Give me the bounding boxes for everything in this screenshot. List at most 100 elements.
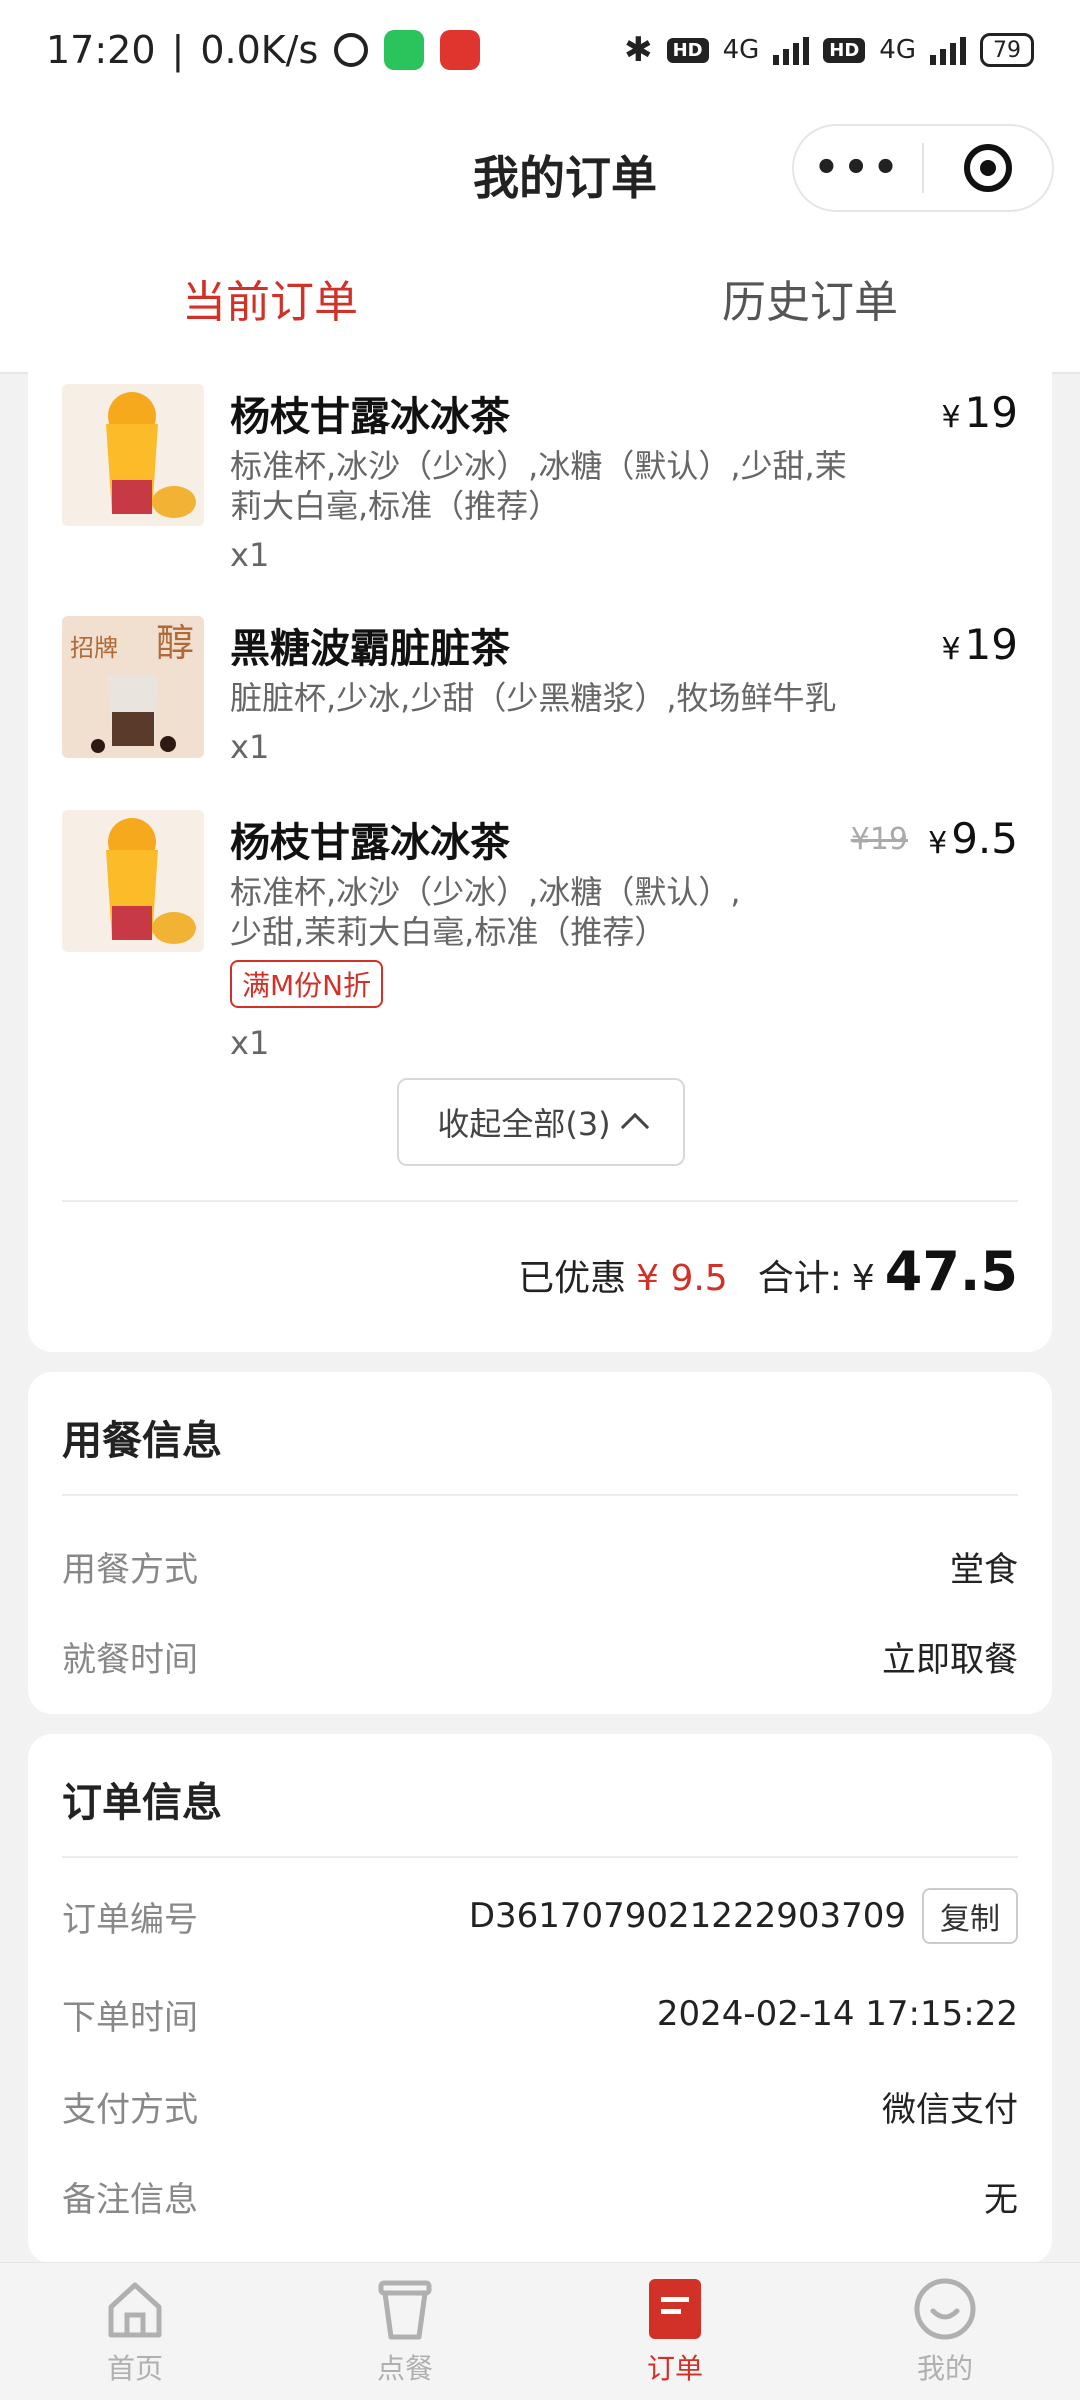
signal-icon-2 xyxy=(930,35,966,65)
tabbar-label: 点餐 xyxy=(376,2351,433,2385)
divider xyxy=(62,1856,1018,1858)
list-item[interactable]: 招牌 醇 黑糖波霸脏脏茶 ¥19 脏脏杯,少冰,少甜（少黑糖浆）,牧场鲜牛乳 x1 xyxy=(62,616,1018,766)
item-name: 黑糖波霸脏脏茶 xyxy=(230,626,510,672)
thumb-label-2: 醇 xyxy=(156,621,194,665)
miniprogram-capsule: ••• xyxy=(792,124,1054,212)
order-number-row: 订单编号 D3617079021222903709 复制 xyxy=(62,1886,1018,1946)
status-bar: 17:20 | 0.0K/s ✱ HD 4G HD 4G 79 xyxy=(0,0,1080,100)
row-value: 微信支付 xyxy=(882,2089,1018,2130)
currency-symbol: ¥ xyxy=(928,826,948,861)
item-name: 杨枝甘露冰冰茶 xyxy=(230,820,510,866)
bluetooth-icon: ✱ xyxy=(624,30,653,70)
network-type-2: 4G xyxy=(879,35,916,65)
tabbar-label: 我的 xyxy=(916,2351,973,2385)
tabbar-orders[interactable]: 订单 xyxy=(540,2263,810,2400)
item-qty: x1 xyxy=(230,728,270,766)
dining-info-card: 用餐信息 用餐方式 堂食 就餐时间 立即取餐 xyxy=(28,1372,1052,1714)
price-value: 9.5 xyxy=(951,814,1018,863)
nav-header: 我的订单 ••• xyxy=(0,100,1080,240)
item-name: 杨枝甘露冰冰茶 xyxy=(230,394,510,440)
remark-row: 备注信息 无 xyxy=(62,2166,1018,2226)
row-label: 备注信息 xyxy=(62,2179,198,2220)
row-value: 无 xyxy=(984,2179,1018,2220)
order-total: 已优惠 ¥ 9.5 合计: ¥ 47.5 xyxy=(518,1240,1018,1303)
product-image: 招牌 醇 xyxy=(62,616,204,758)
item-qty: x1 xyxy=(230,1024,270,1062)
payment-method-row: 支付方式 微信支付 xyxy=(62,2076,1018,2136)
tabbar-label: 订单 xyxy=(646,2351,703,2385)
item-spec: 标准杯,冰沙（少冰）,冰糖（默认）,少甜,茉莉大白毫,标准（推荐） xyxy=(230,447,847,525)
tabbar-order-food[interactable]: 点餐 xyxy=(270,2263,540,2400)
row-value: 2024-02-14 17:15:22 xyxy=(656,1994,1018,2034)
row-value: 堂食 xyxy=(950,1549,1018,1590)
currency-symbol: ¥ xyxy=(941,400,961,435)
list-item[interactable]: 杨枝甘露冰冰茶 ¥19 ¥9.5 标准杯,冰沙（少冰）,冰糖（默认）,少甜,茉莉… xyxy=(62,810,1018,1062)
row-label: 订单编号 xyxy=(62,1899,198,1940)
tab-history-orders[interactable]: 历史订单 xyxy=(540,240,1080,372)
item-spec: 标准杯,冰沙（少冰）,冰糖（默认）,少甜,茉莉大白毫,标准（推荐） xyxy=(230,873,741,951)
product-image xyxy=(62,384,204,526)
row-label: 支付方式 xyxy=(62,2089,198,2130)
item-qty: x1 xyxy=(230,536,270,574)
tabbar-home[interactable]: 首页 xyxy=(0,2263,270,2400)
original-price: ¥19 xyxy=(850,822,908,857)
cup-icon xyxy=(378,2280,432,2339)
item-price: ¥9.5 xyxy=(928,814,1018,863)
hd-badge: HD xyxy=(666,37,709,63)
price-value: 19 xyxy=(964,620,1018,669)
order-number: D3617079021222903709 xyxy=(468,1896,906,1936)
promo-badge: 满M份N折 xyxy=(230,960,384,1008)
status-speed: 0.0K/s xyxy=(200,28,319,72)
item-price: ¥19 xyxy=(941,620,1018,669)
chevron-up-icon xyxy=(620,1112,649,1142)
hd-badge-2: HD xyxy=(823,37,866,63)
collapse-label: 收起全部(3) xyxy=(437,1105,611,1143)
order-info-card: 订单信息 订单编号 D3617079021222903709 复制 下单时间 2… xyxy=(28,1734,1052,2264)
target-icon xyxy=(963,144,1012,192)
order-icon xyxy=(649,2278,701,2339)
wechat-icon xyxy=(384,30,425,70)
more-button[interactable]: ••• xyxy=(794,145,922,191)
discount-label: 已优惠 xyxy=(518,1258,627,1299)
dining-time-row: 就餐时间 立即取餐 xyxy=(62,1626,1018,1686)
row-label: 就餐时间 xyxy=(62,1639,198,1680)
item-spec: 脏脏杯,少冰,少甜（少黑糖浆）,牧场鲜牛乳 xyxy=(230,679,837,717)
total-label: 合计: xyxy=(757,1258,842,1299)
alarm-icon xyxy=(334,33,369,67)
divider xyxy=(62,1494,1018,1496)
tabbar-label: 首页 xyxy=(106,2351,163,2385)
bottom-tab-bar: 首页 点餐 订单 我的 xyxy=(0,2262,1080,2400)
price-value: 19 xyxy=(964,388,1018,437)
discount-value: ¥ 9.5 xyxy=(636,1258,728,1299)
row-value: 立即取餐 xyxy=(882,1639,1018,1680)
row-value: D3617079021222903709 复制 xyxy=(469,1888,1018,1944)
order-info-title: 订单信息 xyxy=(62,1780,222,1826)
product-image xyxy=(62,810,204,952)
currency-symbol: ¥ xyxy=(941,632,961,667)
profile-icon xyxy=(914,2278,976,2339)
collapse-all-button[interactable]: 收起全部(3) xyxy=(397,1078,685,1166)
close-button[interactable] xyxy=(924,144,1052,192)
battery-level: 79 xyxy=(993,37,1021,63)
thumb-label-1: 招牌 xyxy=(70,634,118,662)
tab-current-orders[interactable]: 当前订单 xyxy=(0,240,540,374)
tabbar-profile[interactable]: 我的 xyxy=(810,2263,1080,2400)
order-time-row: 下单时间 2024-02-14 17:15:22 xyxy=(62,1984,1018,2044)
copy-button[interactable]: 复制 xyxy=(922,1888,1018,1944)
status-time: 17:20 xyxy=(46,28,156,72)
order-items-card: 杨枝甘露冰冰茶 ¥19 标准杯,冰沙（少冰）,冰糖（默认）,少甜,茉莉大白毫,标… xyxy=(28,360,1052,1352)
list-item[interactable]: 杨枝甘露冰冰茶 ¥19 标准杯,冰沙（少冰）,冰糖（默认）,少甜,茉莉大白毫,标… xyxy=(62,384,1018,574)
home-icon xyxy=(108,2282,162,2337)
row-label: 下单时间 xyxy=(62,1997,198,2038)
item-price: ¥19 xyxy=(941,388,1018,437)
order-tabs: 当前订单 历史订单 xyxy=(0,240,1080,374)
total-currency: ¥ xyxy=(851,1258,875,1299)
divider xyxy=(62,1200,1018,1202)
app-notification-icon xyxy=(440,30,481,70)
dining-method-row: 用餐方式 堂食 xyxy=(62,1536,1018,1596)
network-type-1: 4G xyxy=(722,35,760,65)
total-value: 47.5 xyxy=(884,1240,1018,1303)
dining-info-title: 用餐信息 xyxy=(62,1418,222,1464)
battery-icon: 79 xyxy=(980,33,1034,67)
signal-icon xyxy=(773,35,810,65)
